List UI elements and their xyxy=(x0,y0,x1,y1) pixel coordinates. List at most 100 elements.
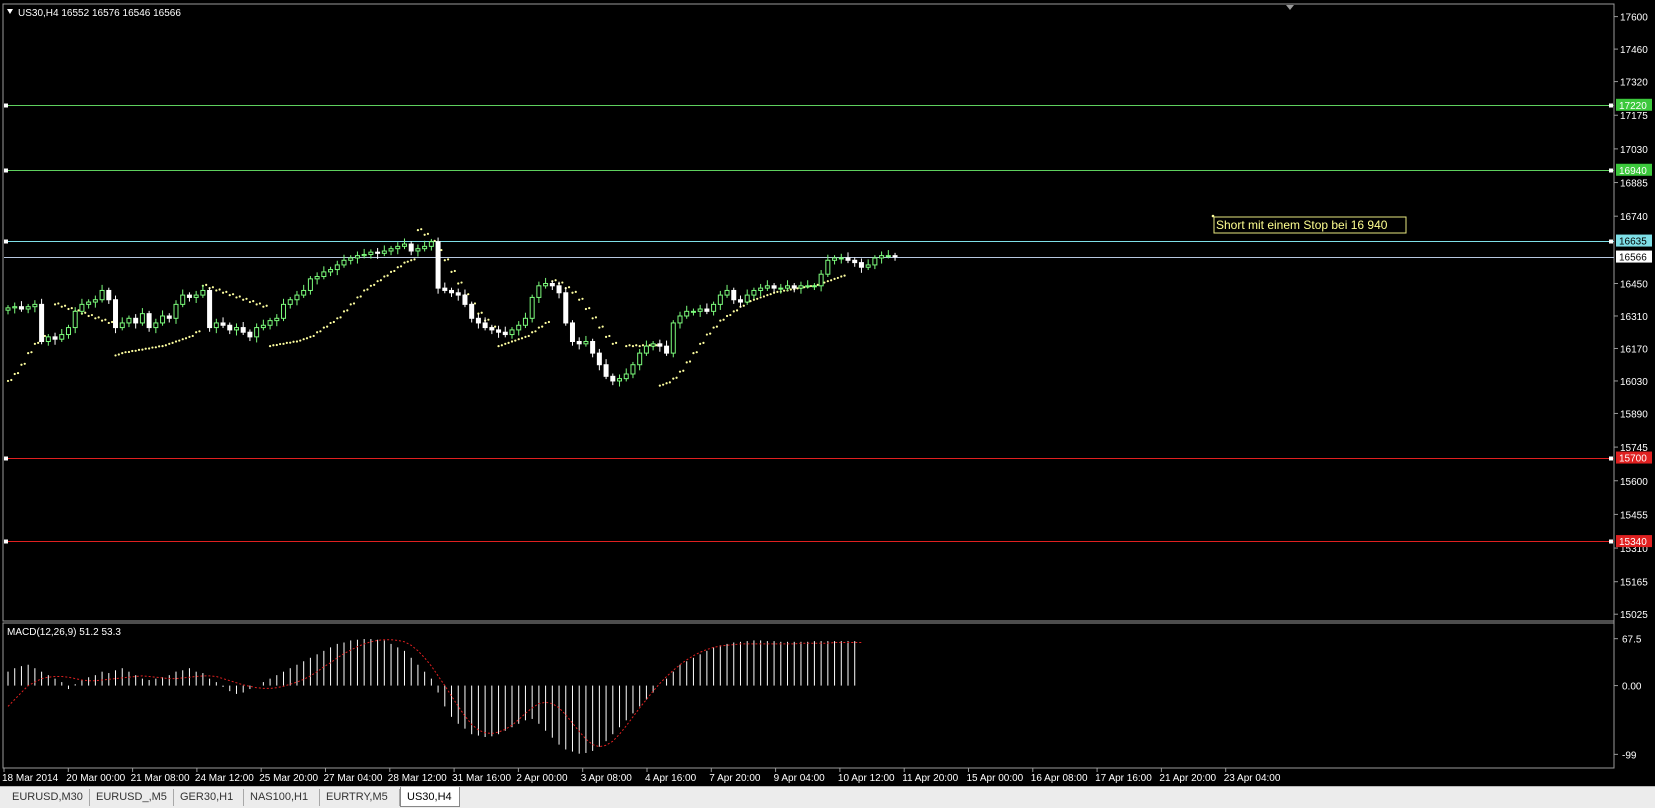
sar-dot xyxy=(100,319,104,322)
candle-body xyxy=(496,329,502,333)
candle-body xyxy=(173,303,179,319)
sar-dot xyxy=(309,335,312,338)
sar-dot xyxy=(682,369,685,372)
sar-dot xyxy=(131,349,134,353)
sar-dot xyxy=(379,279,382,282)
price-tick-label: 17175 xyxy=(1620,111,1648,122)
tab-ger30-h1[interactable]: GER30,H1 xyxy=(174,789,244,806)
sar-dot xyxy=(57,302,60,305)
candle-body xyxy=(569,322,575,343)
sar-dot xyxy=(685,361,688,364)
sar-dot xyxy=(221,291,225,294)
sar-dot xyxy=(342,310,346,313)
sar-dot xyxy=(27,352,30,355)
hline-handle[interactable] xyxy=(4,168,8,173)
candle-body xyxy=(375,251,381,254)
sar-dot xyxy=(702,341,705,345)
sar-dot xyxy=(715,325,719,328)
candle-body xyxy=(865,264,871,268)
candle-body xyxy=(697,308,703,312)
candle-body xyxy=(690,310,696,313)
candle-body xyxy=(462,294,468,305)
sar-dot xyxy=(447,258,450,261)
tab-nas100-h1[interactable]: NAS100,H1 xyxy=(244,789,320,806)
candle-body xyxy=(361,253,367,257)
hline-handle[interactable] xyxy=(1609,239,1613,244)
hline-handle[interactable] xyxy=(1609,168,1613,173)
time-tick-label: 27 Mar 04:00 xyxy=(324,773,383,784)
sar-dot xyxy=(319,330,322,333)
candle-body xyxy=(670,322,676,354)
sar-dot xyxy=(705,333,708,336)
candle-body xyxy=(516,324,522,331)
sar-dot xyxy=(148,347,151,350)
hline-handle[interactable] xyxy=(1609,539,1613,544)
candle-body xyxy=(623,373,629,380)
tab-eurtry-m5[interactable]: EURTRY,M5 xyxy=(320,789,400,806)
candle-body xyxy=(65,327,71,336)
candle-body xyxy=(832,257,838,261)
sar-dot xyxy=(191,334,194,338)
sar-dot xyxy=(803,286,806,289)
sar-dot xyxy=(826,280,829,283)
sar-dot xyxy=(268,345,272,348)
candle-body xyxy=(200,289,206,296)
sar-dot xyxy=(97,316,100,319)
candle-body xyxy=(12,306,18,309)
sar-dot xyxy=(688,360,692,363)
sar-dot xyxy=(611,342,614,345)
hline-handle[interactable] xyxy=(4,239,8,244)
candle-body xyxy=(603,364,609,377)
sar-dot xyxy=(127,350,131,354)
tab-eurusd-m5[interactable]: EURUSD_,M5 xyxy=(90,789,174,806)
hline-handle[interactable] xyxy=(4,539,8,544)
hline-handle[interactable] xyxy=(4,456,8,461)
sar-dot xyxy=(789,288,792,291)
candle-body xyxy=(711,303,717,312)
sar-dot xyxy=(699,342,702,345)
annotation-text: Short mit einem Stop bei 16 940 xyxy=(1216,218,1388,232)
sar-dot xyxy=(154,346,157,349)
hline-handle[interactable] xyxy=(4,103,8,108)
symbol-tab-bar: EURUSD,M30 EURUSD_,M5 GER30,H1 NAS100,H1 EUR… xyxy=(0,786,1655,808)
candle-body xyxy=(845,257,851,261)
candle-body xyxy=(146,313,152,329)
sar-dot xyxy=(766,293,769,297)
time-tick-label: 3 Apr 08:00 xyxy=(581,773,633,784)
sar-dot xyxy=(302,338,305,341)
sar-dot xyxy=(114,354,117,357)
sar-dot xyxy=(615,341,618,345)
sar-dot xyxy=(349,303,352,306)
candle-body xyxy=(92,299,98,303)
candle-body xyxy=(684,310,690,317)
price-tick-label: 15025 xyxy=(1620,610,1648,621)
tab-us30-h4[interactable]: US30,H4 xyxy=(400,787,460,807)
price-level-label: 16940 xyxy=(1619,166,1647,177)
sar-dot xyxy=(356,296,359,299)
candle-body xyxy=(482,322,488,329)
candle-body xyxy=(247,331,253,338)
sar-dot xyxy=(732,310,735,313)
sar-dot xyxy=(561,281,564,284)
sar-dot xyxy=(279,342,282,346)
sar-dot xyxy=(218,288,221,291)
tab-eurusd-m30[interactable]: EURUSD,M30 xyxy=(6,789,90,806)
sar-dot xyxy=(547,320,551,324)
sar-dot xyxy=(339,316,342,319)
candle-body xyxy=(368,251,374,255)
time-tick-label: 15 Apr 00:00 xyxy=(967,773,1024,784)
sar-dot xyxy=(416,229,420,232)
hline-handle[interactable] xyxy=(1609,456,1613,461)
chart-canvas[interactable]: 17600 17460 17320 17175 17030 16885 16740 16450… xyxy=(0,0,1655,787)
sar-dot xyxy=(393,269,396,273)
candle-body xyxy=(227,324,233,331)
sar-dot xyxy=(524,335,527,338)
candle-body xyxy=(59,334,65,340)
sar-dot xyxy=(111,320,114,324)
sar-dot xyxy=(174,340,178,343)
candle-body xyxy=(422,245,428,250)
sar-dot xyxy=(252,300,255,303)
candle-body xyxy=(449,289,455,294)
price-tick-label: 17460 xyxy=(1620,45,1648,56)
hline-handle[interactable] xyxy=(1609,103,1613,108)
